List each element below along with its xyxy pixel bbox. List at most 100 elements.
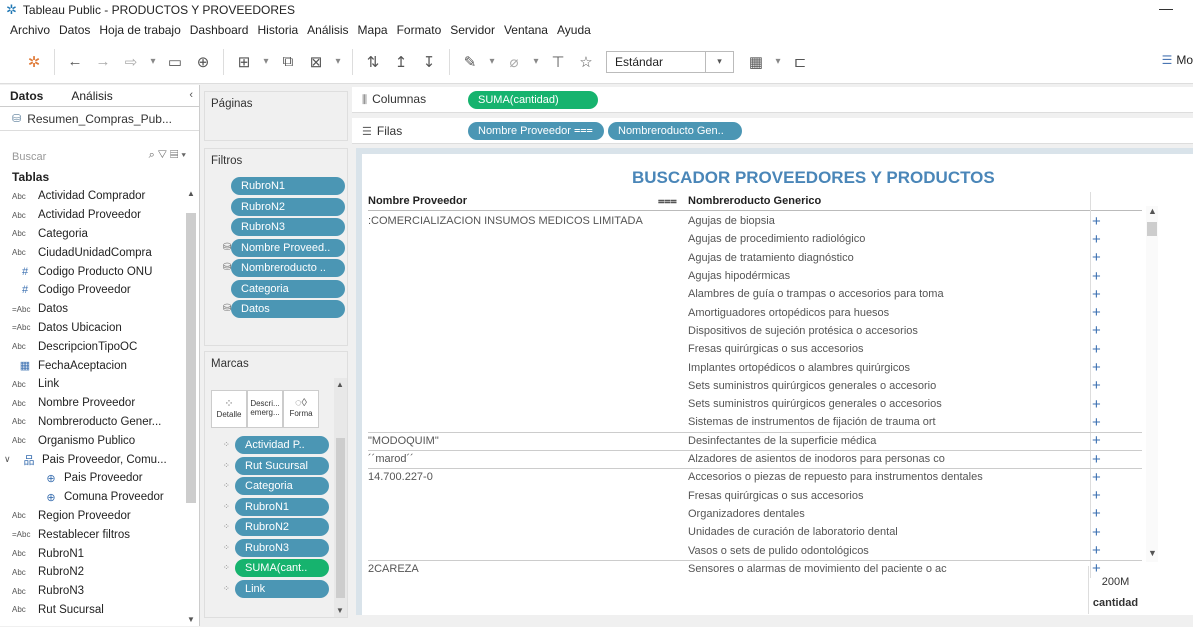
highlight-icon[interactable]: ✎ [456, 48, 484, 76]
field-item[interactable]: Abc RubroN1 [0, 544, 199, 563]
scroll-down-icon[interactable]: ▼ [1148, 548, 1157, 558]
marks-pill[interactable]: RubroN3 [235, 538, 329, 557]
cell-producto[interactable]: Organizadores dentales [688, 505, 805, 523]
cell-producto[interactable]: Vasos o sets de pulido odontológicos [688, 541, 869, 559]
dropdown-arrow-icon[interactable]: ▾ [484, 48, 500, 76]
show-cards-icon[interactable]: ▦ [742, 48, 770, 76]
cell-nombre-proveedor[interactable]: 14.700.227-0 [368, 468, 433, 486]
cross-mark-icon[interactable]: + [1090, 322, 1144, 340]
marks-pill[interactable]: SUMA(cant.. [235, 559, 329, 577]
scrollbar-thumb[interactable] [186, 213, 196, 503]
field-item[interactable]: =Abc Datos Ubicacion [0, 319, 199, 338]
cell-producto[interactable]: Alambres de guía o trampas o accesorios … [688, 285, 944, 303]
scroll-up-icon[interactable]: ▲ [1148, 206, 1157, 216]
cell-producto[interactable]: Implantes ortopédicos o alambres quirúrg… [688, 358, 910, 376]
cross-mark-icon[interactable]: + [1090, 377, 1144, 395]
detail-button[interactable]: ⁘ Detalle [211, 390, 247, 428]
cell-producto[interactable]: Fresas quirúrgicas o sus accesorios [688, 340, 863, 358]
dropdown-arrow-icon[interactable]: ▾ [528, 48, 544, 76]
clear-sheet-icon[interactable]: ⊠ [302, 48, 330, 76]
dropdown-arrow-icon[interactable]: ▾ [258, 48, 274, 76]
cross-mark-icon[interactable]: + [1090, 212, 1144, 230]
cross-mark-icon[interactable]: + [1090, 230, 1144, 248]
cell-producto[interactable]: Agujas de biopsia [688, 212, 775, 230]
field-item[interactable]: Abc Link [0, 375, 199, 394]
cross-mark-icon[interactable]: + [1090, 304, 1144, 322]
new-worksheet-icon[interactable]: ⊞ [230, 48, 258, 76]
cell-producto[interactable]: Unidades de curación de laboratorio dent… [688, 523, 898, 541]
scroll-up-icon[interactable]: ▲ [187, 189, 195, 198]
field-item[interactable]: =Abc Datos [0, 300, 199, 319]
cell-producto[interactable]: Accesorios o piezas de repuesto para ins… [688, 468, 983, 486]
cell-nombre-proveedor[interactable]: 2CAREZA [368, 560, 419, 578]
menu-formato[interactable]: Formato [397, 23, 442, 37]
menu-ventana[interactable]: Ventana [504, 23, 548, 37]
field-item[interactable]: Abc Organismo Publico [0, 431, 199, 450]
cross-mark-icon[interactable]: + [1090, 541, 1144, 559]
cell-nombre-proveedor[interactable]: :COMERCIALIZACION INSUMOS MEDICOS LIMITA… [368, 212, 643, 230]
labels-icon[interactable]: ⊤ [544, 48, 572, 76]
field-item[interactable]: Abc Nombre Proveedor [0, 394, 199, 413]
view-options-icon[interactable]: ▤▾ [170, 149, 189, 161]
duplicate-sheet-icon[interactable]: ⧉ [274, 48, 302, 76]
field-item[interactable]: # Codigo Proveedor [0, 281, 199, 300]
scroll-down-icon[interactable]: ▼ [336, 606, 344, 615]
sort-ascending-icon[interactable]: ↥ [387, 48, 415, 76]
filter-pill[interactable]: RubroN2 [231, 197, 345, 216]
field-item[interactable]: ⊕ Pais Proveedor [0, 469, 199, 488]
field-item[interactable]: Abc Region Proveedor [0, 507, 199, 526]
cross-mark-icon[interactable]: + [1090, 432, 1144, 450]
cross-mark-icon[interactable]: + [1090, 340, 1144, 358]
viz-scrollbar[interactable]: ▲ ▼ [1146, 206, 1158, 562]
save-icon[interactable]: ▭ [161, 48, 189, 76]
cell-producto[interactable]: Dispositivos de sujeción protésica o acc… [688, 322, 918, 340]
cell-producto[interactable]: Fresas quirúrgicas o sus accesorios [688, 487, 863, 505]
field-item[interactable]: Abc Nombreroducto Gener... [0, 413, 199, 432]
cross-mark-icon[interactable]: + [1090, 505, 1144, 523]
tableau-home-icon[interactable]: ✲ [20, 48, 48, 76]
sort-icon[interactable]: ⩶ [658, 192, 677, 210]
cell-producto[interactable]: Desinfectantes de la superficie médica [688, 432, 876, 450]
field-item[interactable]: Abc CiudadUnidadCompra [0, 243, 199, 262]
shape-button[interactable]: ◌◊ Forma [283, 390, 319, 428]
filter-pill[interactable]: Categoria [231, 279, 345, 298]
dropdown-arrow-icon[interactable]: ▾ [770, 48, 786, 76]
field-list-scrollbar[interactable]: ▲ ▼ [185, 187, 197, 627]
field-item[interactable]: Abc RubroN3 [0, 582, 199, 601]
scroll-down-icon[interactable]: ▼ [187, 615, 195, 624]
cell-producto[interactable]: Alzadores de asientos de inodoros para p… [688, 450, 945, 468]
menu-ayuda[interactable]: Ayuda [557, 23, 591, 37]
filter-pill[interactable]: RubroN1 [231, 177, 345, 195]
menu-historia[interactable]: Historia [257, 23, 298, 37]
rows-pill-nombreroducto[interactable]: Nombreroducto Gen.. [608, 121, 742, 140]
filter-pill[interactable]: Datos [231, 300, 345, 318]
cross-mark-icon[interactable]: + [1090, 395, 1144, 413]
columns-shelf[interactable]: ⫼ Columnas SUMA(cantidad) [352, 87, 1193, 113]
menu-datos[interactable]: Datos [59, 23, 90, 37]
cell-producto[interactable]: Amortiguadores ortopédicos para huesos [688, 304, 889, 322]
menu-analisis[interactable]: Análisis [307, 23, 348, 37]
cross-mark-icon[interactable]: + [1090, 249, 1144, 267]
cross-mark-icon[interactable]: + [1090, 450, 1144, 468]
field-item[interactable]: Abc DescripcionTipoOC [0, 337, 199, 356]
menu-hoja-de-trabajo[interactable]: Hoja de trabajo [99, 23, 180, 37]
cross-mark-icon[interactable]: + [1090, 523, 1144, 541]
cross-mark-icon[interactable]: + [1090, 413, 1144, 431]
cross-mark-icon[interactable]: + [1090, 267, 1144, 285]
back-arrow-icon[interactable]: ← [61, 48, 89, 76]
field-item[interactable]: Abc Actividad Proveedor [0, 206, 199, 225]
pages-shelf[interactable]: Páginas [204, 91, 348, 141]
field-item[interactable]: ⊕ Comuna Proveedor [0, 488, 199, 507]
cross-mark-icon[interactable]: + [1090, 358, 1144, 376]
field-item[interactable]: =Abc Restablecer filtros [0, 525, 199, 544]
filter-icon[interactable]: ▽ [158, 149, 170, 161]
minimize-button[interactable]: — [1159, 0, 1173, 16]
search-input[interactable]: Buscar [12, 151, 46, 163]
field-item[interactable]: ▦ FechaAceptacion [0, 356, 199, 375]
cell-nombre-proveedor[interactable]: ´´marod´´ [368, 450, 414, 468]
collapse-pane-icon[interactable]: ‹ [189, 89, 193, 101]
marks-pill[interactable]: Actividad P.. [235, 436, 329, 454]
columns-pill-suma-cantidad[interactable]: SUMA(cantidad) [468, 90, 598, 109]
menu-servidor[interactable]: Servidor [450, 23, 495, 37]
field-item[interactable]: Abc Actividad Comprador [0, 187, 199, 206]
